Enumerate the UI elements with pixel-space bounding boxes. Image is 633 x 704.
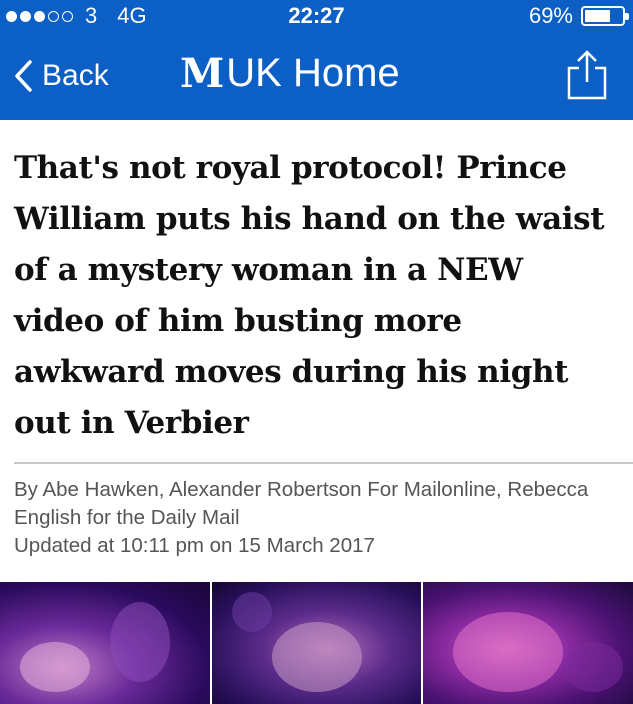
status-bar: 3 4G 22:27 69% [0, 0, 633, 32]
section-title: M UK Home [180, 50, 400, 97]
section-title-text: UK Home [226, 51, 400, 95]
article-image[interactable] [0, 582, 633, 704]
video-still-3 [423, 582, 633, 704]
video-still-2 [211, 582, 422, 704]
article-headline: That's not royal protocol! Prince Willia… [14, 150, 605, 441]
divider [14, 462, 633, 464]
nav-bar: Back M UK Home [0, 32, 633, 120]
back-label: Back [42, 59, 109, 92]
chevron-left-icon [15, 60, 32, 92]
back-button[interactable]: Back [14, 52, 109, 100]
author-list: By Abe Hawken, Alexander Robertson For M… [14, 478, 589, 529]
article-byline: By Abe Hawken, Alexander Robertson For M… [14, 476, 614, 560]
share-icon [567, 50, 607, 100]
daily-mail-logo: M [180, 50, 224, 97]
share-button[interactable] [565, 46, 609, 102]
updated-timestamp: Updated at 10:11 pm on 15 March 2017 [14, 534, 375, 557]
video-still-1 [0, 582, 210, 704]
battery-icon [581, 6, 629, 26]
battery-percent: 69% [528, 3, 573, 28]
